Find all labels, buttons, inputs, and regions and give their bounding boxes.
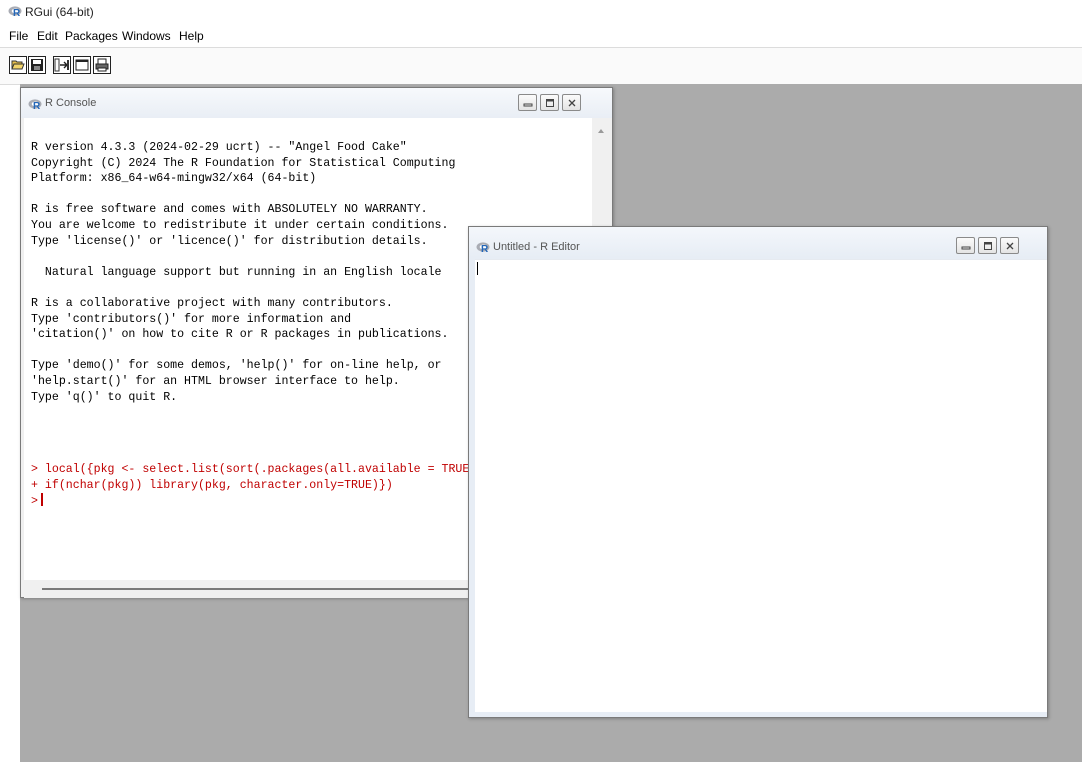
close-button[interactable] xyxy=(562,94,581,111)
console-output-line: You are welcome to redistribute it under… xyxy=(31,218,449,232)
app-title-bar: R RGui (64-bit) xyxy=(0,0,1082,24)
svg-text:R: R xyxy=(33,101,41,110)
console-command-line: + if(nchar(pkg)) library(pkg, character.… xyxy=(31,478,393,492)
print-icon[interactable] xyxy=(93,56,111,74)
editor-title-bar[interactable]: R Untitled - R Editor xyxy=(469,227,1047,257)
menu-bar: File Edit Packages Windows Help xyxy=(0,24,1082,46)
console-output-line: R is a collaborative project with many c… xyxy=(31,296,393,310)
menu-windows[interactable]: Windows xyxy=(122,29,171,43)
text-cursor xyxy=(477,262,478,275)
menu-packages[interactable]: Packages xyxy=(65,29,118,43)
console-title: R Console xyxy=(45,97,97,109)
svg-text:R: R xyxy=(481,244,489,253)
save-icon[interactable] xyxy=(28,56,46,74)
console-output-line: Natural language support but running in … xyxy=(31,265,442,279)
close-button[interactable] xyxy=(1000,237,1019,254)
minimize-button[interactable] xyxy=(956,237,975,254)
load-workspace-icon[interactable] xyxy=(53,56,71,74)
console-output-line: 'citation()' on how to cite R or R packa… xyxy=(31,328,449,342)
console-command-area: > local({pkg <- select.list(sort(.packag… xyxy=(31,462,469,510)
minimize-button[interactable] xyxy=(518,94,537,111)
maximize-button[interactable] xyxy=(540,94,559,111)
console-prompt: > xyxy=(31,495,38,509)
console-output-line: R is free software and comes with ABSOLU… xyxy=(31,203,428,217)
console-output-line: R version 4.3.3 (2024-02-29 ucrt) -- "An… xyxy=(31,141,407,154)
console-output-line: Type 'demo()' for some demos, 'help()' f… xyxy=(31,359,442,373)
console-output-line: Type 'contributors()' for more informati… xyxy=(31,312,352,326)
menu-edit[interactable]: Edit xyxy=(37,29,58,43)
app-title: RGui (64-bit) xyxy=(25,5,94,19)
console-output-line: Copyright (C) 2024 The R Foundation for … xyxy=(31,156,456,170)
console-command-line: > local({pkg <- select.list(sort(.packag… xyxy=(31,463,470,476)
open-script-icon[interactable] xyxy=(9,56,27,74)
maximize-button[interactable] xyxy=(978,237,997,254)
menu-file[interactable]: File xyxy=(9,29,28,43)
console-output-line: Platform: x86_64-w64-mingw32/x64 (64-bit… xyxy=(31,172,317,186)
console-output-line: Type 'q()' to quit R. xyxy=(31,390,178,404)
scroll-up-arrow-icon[interactable] xyxy=(592,124,610,138)
console-output-line: Type 'license()' or 'licence()' for dist… xyxy=(31,234,428,248)
toolbar xyxy=(0,47,1082,85)
console-output-line: 'help.start()' for an HTML browser inter… xyxy=(31,374,400,388)
console-output-text: R version 4.3.3 (2024-02-29 ucrt) -- "An… xyxy=(31,140,455,405)
r-logo-icon: R xyxy=(28,97,42,115)
console-title-bar[interactable]: R R Console xyxy=(21,88,612,118)
editor-text-area[interactable] xyxy=(475,259,1047,712)
svg-text:R: R xyxy=(13,8,21,17)
new-window-icon[interactable] xyxy=(73,56,91,74)
r-editor-window[interactable]: R Untitled - R Editor xyxy=(468,226,1048,718)
r-logo-icon: R xyxy=(8,5,22,20)
r-logo-icon: R xyxy=(476,240,490,258)
menu-help[interactable]: Help xyxy=(179,29,204,43)
text-cursor xyxy=(40,493,43,507)
editor-title: Untitled - R Editor xyxy=(493,241,580,253)
